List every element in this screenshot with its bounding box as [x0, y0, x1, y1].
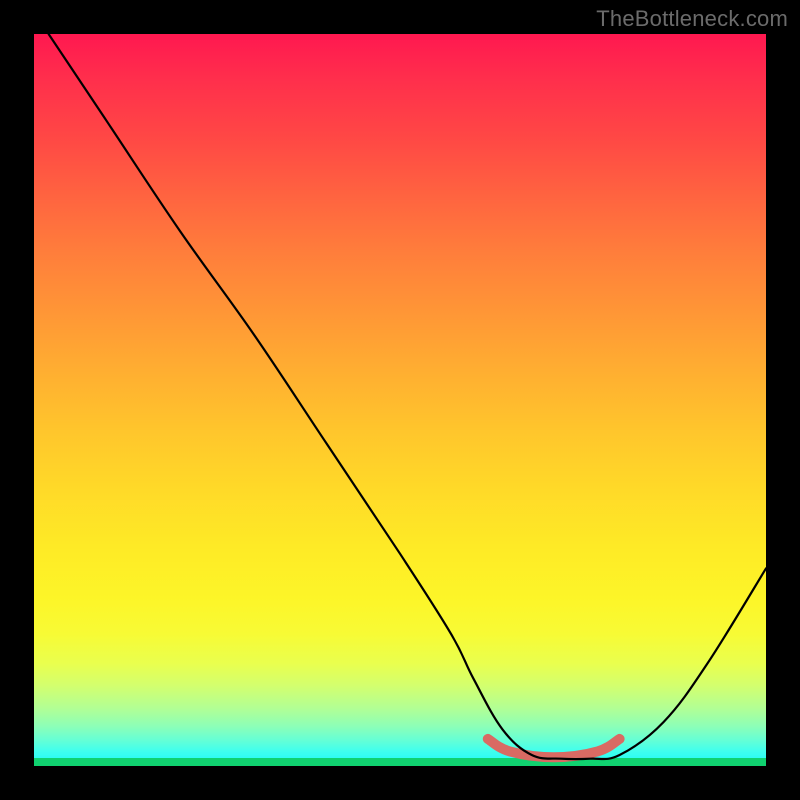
optimal-range-highlight — [488, 739, 620, 757]
watermark-text: TheBottleneck.com — [596, 6, 788, 32]
curve-svg — [34, 34, 766, 766]
bottleneck-curve — [49, 34, 766, 759]
plot-area — [34, 34, 766, 766]
chart-container: TheBottleneck.com — [0, 0, 800, 800]
